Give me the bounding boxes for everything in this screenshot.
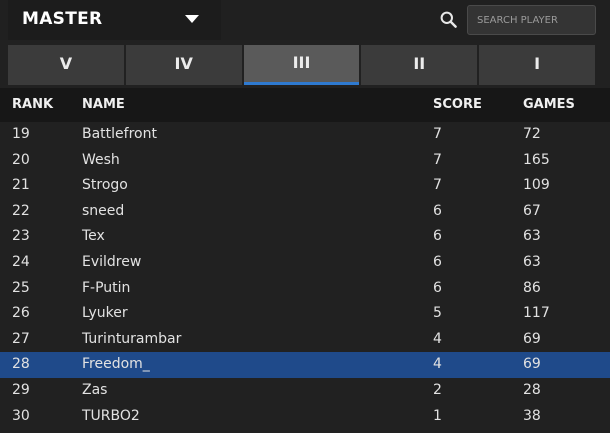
games-cell: 109	[523, 177, 550, 194]
table-row[interactable]: 23 Tex 6 63	[0, 224, 610, 250]
table-row[interactable]: 27 Turinturambar 4 69	[0, 327, 610, 353]
player-name-cell: Lyuker	[82, 305, 128, 322]
games-cell: 117	[523, 305, 550, 322]
score-cell: 5	[433, 305, 442, 322]
tab-division-v[interactable]: V	[8, 45, 124, 85]
rank-cell: 28	[12, 356, 30, 373]
division-tabs: V IV III II I	[8, 45, 595, 85]
league-label: MASTER	[22, 9, 103, 29]
table-row[interactable]: 20 Wesh 7 165	[0, 148, 610, 174]
games-cell: 165	[523, 151, 550, 168]
tab-division-iii[interactable]: III	[243, 45, 360, 85]
score-cell: 6	[433, 279, 442, 296]
league-dropdown[interactable]: MASTER	[8, 0, 221, 40]
player-name-cell: Tex	[82, 228, 105, 245]
player-name-cell: Turinturambar	[82, 330, 182, 347]
score-cell: 7	[433, 126, 442, 142]
player-name-cell: F-Putin	[82, 279, 131, 296]
games-cell: 38	[523, 407, 541, 424]
score-cell: 6	[433, 253, 442, 270]
table-row[interactable]: 29 Zas 2 28	[0, 378, 610, 404]
column-header-games[interactable]: GAMES	[523, 97, 575, 112]
rank-cell: 23	[12, 228, 30, 245]
column-header-name[interactable]: NAME	[82, 97, 125, 112]
player-name-cell: Strogo	[82, 177, 128, 194]
score-cell: 2	[433, 381, 442, 398]
score-cell: 1	[433, 407, 442, 424]
search-icon[interactable]	[440, 11, 457, 28]
rank-cell: 29	[12, 381, 30, 398]
table-row[interactable]: 24 Evildrew 6 63	[0, 250, 610, 276]
score-cell: 4	[433, 356, 442, 373]
table-row[interactable]: 19 Battlefront 7 72	[0, 122, 610, 148]
rank-cell: 24	[12, 253, 30, 270]
chevron-down-icon	[185, 15, 199, 23]
table-row[interactable]: 30 TURBO2 1 38	[0, 404, 610, 430]
player-name-cell: TURBO2	[82, 407, 140, 424]
top-bar: MASTER	[0, 0, 610, 40]
tab-division-ii[interactable]: II	[361, 45, 478, 85]
games-cell: 72	[523, 126, 541, 142]
tab-division-i[interactable]: I	[479, 45, 595, 85]
column-header-rank[interactable]: RANK	[12, 97, 53, 112]
games-cell: 86	[523, 279, 541, 296]
player-name-cell: Wesh	[82, 151, 120, 168]
score-cell: 6	[433, 202, 442, 219]
player-name-cell: Evildrew	[82, 253, 142, 270]
rank-cell: 26	[12, 305, 30, 322]
games-cell: 67	[523, 202, 541, 219]
score-cell: 7	[433, 177, 442, 194]
search-player-input[interactable]	[467, 5, 596, 35]
column-header-score[interactable]: SCORE	[433, 97, 482, 112]
leaderboard-table: RANK NAME SCORE GAMES 19 Battlefront 7 7…	[0, 88, 610, 429]
score-cell: 6	[433, 228, 442, 245]
rank-cell: 27	[12, 330, 30, 347]
games-cell: 28	[523, 381, 541, 398]
score-cell: 4	[433, 330, 442, 347]
rank-cell: 25	[12, 279, 30, 296]
tab-division-iv[interactable]: IV	[125, 45, 242, 85]
rank-cell: 19	[12, 126, 30, 142]
games-cell: 63	[523, 228, 541, 245]
table-row[interactable]: 25 F-Putin 6 86	[0, 276, 610, 302]
table-row[interactable]: 21 Strogo 7 109	[0, 173, 610, 199]
rank-cell: 22	[12, 202, 30, 219]
games-cell: 69	[523, 330, 541, 347]
rank-cell: 30	[12, 407, 30, 424]
table-row[interactable]: 22 sneed 6 67	[0, 199, 610, 225]
table-row[interactable]: 26 Lyuker 5 117	[0, 301, 610, 327]
table-header: RANK NAME SCORE GAMES	[0, 88, 610, 122]
games-cell: 69	[523, 356, 541, 373]
score-cell: 7	[433, 151, 442, 168]
table-row-selected[interactable]: 28 Freedom_ 4 69	[0, 352, 610, 378]
games-cell: 63	[523, 253, 541, 270]
player-name-cell: sneed	[82, 202, 125, 219]
player-name-cell: Zas	[82, 381, 108, 398]
player-name-cell: Battlefront	[82, 126, 157, 142]
player-name-cell: Freedom_	[82, 356, 150, 373]
rank-cell: 21	[12, 177, 30, 194]
rank-cell: 20	[12, 151, 30, 168]
